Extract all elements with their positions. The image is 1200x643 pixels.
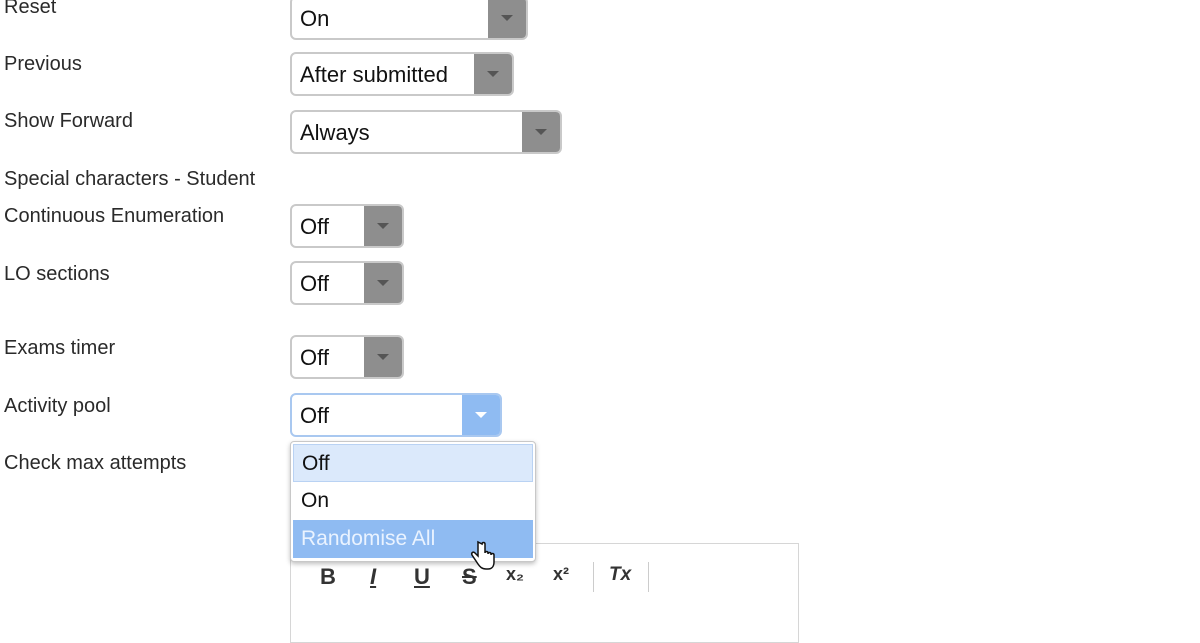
italic-button[interactable]: I: [370, 564, 376, 590]
reset-select[interactable]: On: [290, 0, 528, 40]
label-special-characters: Special characters - Student: [4, 168, 256, 190]
dropdown-option-off[interactable]: Off: [293, 444, 533, 482]
label-show-forward: Show Forward: [4, 110, 133, 132]
superscript-button[interactable]: x²: [553, 564, 569, 585]
continuous-enumeration-select[interactable]: Off: [290, 204, 404, 248]
show-forward-value: Always: [300, 120, 370, 145]
exams-timer-value: Off: [300, 345, 329, 370]
chevron-down-icon[interactable]: [522, 112, 560, 152]
label-previous: Previous: [4, 53, 82, 75]
bold-button[interactable]: B: [320, 564, 336, 590]
activity-pool-select[interactable]: Off: [290, 393, 502, 437]
subscript-button[interactable]: x₂: [506, 564, 524, 585]
chevron-down-icon[interactable]: [364, 206, 402, 246]
underline-button[interactable]: U: [414, 564, 430, 590]
label-exams-timer: Exams timer: [4, 337, 116, 359]
lo-sections-select[interactable]: Off: [290, 261, 404, 305]
label-lo-sections: LO sections: [4, 263, 110, 285]
chevron-down-icon[interactable]: [474, 54, 512, 94]
hand-cursor-icon: [470, 540, 496, 577]
activity-pool-value: Off: [300, 403, 329, 428]
lo-sections-value: Off: [300, 271, 329, 296]
chevron-down-icon[interactable]: [364, 337, 402, 377]
continuous-enumeration-value: Off: [300, 214, 329, 239]
dropdown-option-on[interactable]: On: [293, 482, 533, 520]
label-reset: Reset: [4, 0, 57, 18]
previous-value: After submitted: [300, 62, 448, 87]
label-activity-pool: Activity pool: [4, 395, 111, 417]
chevron-down-icon[interactable]: [488, 0, 526, 38]
toolbar-separator: [648, 562, 649, 592]
dropdown-option-randomise-all[interactable]: Randomise All: [293, 520, 533, 558]
reset-value: On: [300, 6, 330, 31]
previous-select[interactable]: After submitted: [290, 52, 514, 96]
label-check-max-attempts: Check max attempts: [4, 452, 187, 474]
toolbar-separator: [593, 562, 594, 592]
remove-format-button[interactable]: Tx: [609, 564, 631, 586]
label-continuous-enumeration: Continuous Enumeration: [4, 205, 225, 227]
chevron-down-icon[interactable]: [462, 395, 500, 435]
exams-timer-select[interactable]: Off: [290, 335, 404, 379]
activity-pool-dropdown: Off On Randomise All: [290, 441, 536, 562]
show-forward-select[interactable]: Always: [290, 110, 562, 154]
chevron-down-icon[interactable]: [364, 263, 402, 303]
